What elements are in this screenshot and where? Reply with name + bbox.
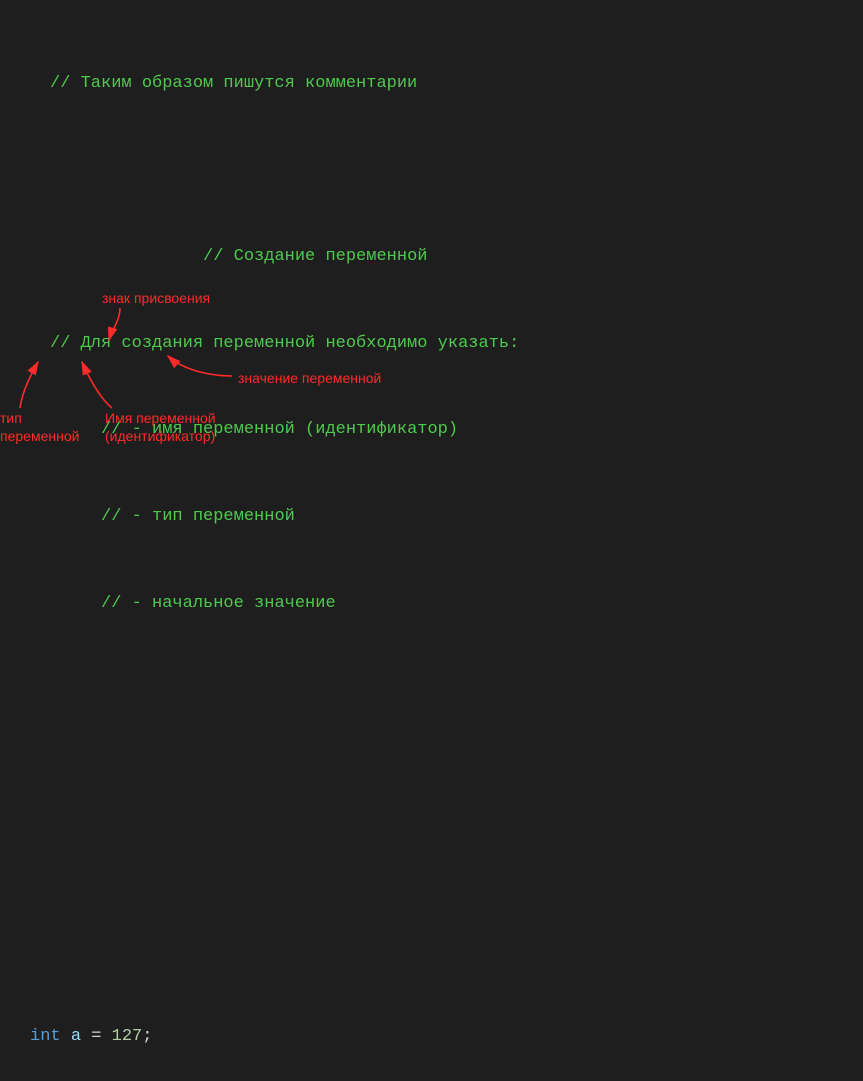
comment-line-1: // Таким образом пишутся комментарии bbox=[50, 74, 417, 93]
code-editor: // Таким образом пишутся комментарии // … bbox=[0, 0, 863, 1081]
annotation-name-line2: (идентификатор) bbox=[105, 428, 215, 444]
annotation-variable-type: тип переменной bbox=[0, 410, 79, 445]
annotation-variable-value: значение переменной bbox=[238, 370, 381, 386]
literal-value: 127 bbox=[112, 1027, 143, 1046]
comment-line-6: // - начальное значение bbox=[101, 594, 336, 613]
variable-declaration: int a = 127; bbox=[0, 1023, 863, 1052]
comment-line-5: // - тип переменной bbox=[101, 507, 295, 526]
assign-operator: = bbox=[91, 1027, 101, 1046]
annotation-assign-sign: знак присвоения bbox=[102, 290, 210, 306]
comment-line-3: // Для создания переменной необходимо ук… bbox=[50, 334, 519, 353]
annotation-name-line1: Имя переменной bbox=[105, 410, 216, 426]
semicolon: ; bbox=[142, 1027, 152, 1046]
annotation-type-line1: тип bbox=[0, 410, 22, 426]
comment-line-2: // Создание переменной bbox=[203, 247, 427, 266]
variable-name: a bbox=[71, 1027, 81, 1046]
annotation-variable-name: Имя переменной (идентификатор) bbox=[105, 410, 216, 445]
annotation-type-line2: переменной bbox=[0, 428, 79, 444]
keyword-int: int bbox=[30, 1027, 61, 1046]
